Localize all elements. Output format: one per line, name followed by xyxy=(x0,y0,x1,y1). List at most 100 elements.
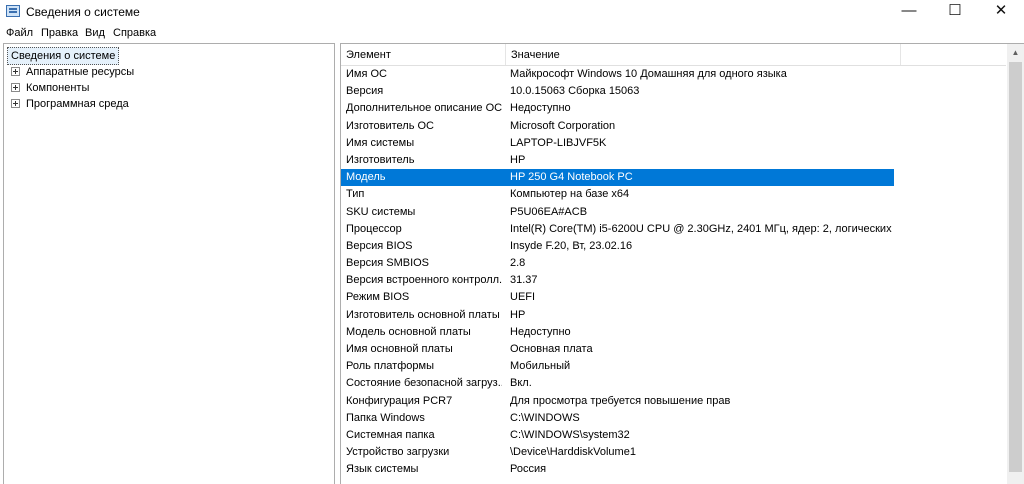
row-item-value: P5U06EA#ACB xyxy=(510,205,588,218)
table-row[interactable]: SKU системы P5U06EA#ACB xyxy=(341,204,1006,221)
table-row[interactable]: Версия встроенного контролл... 31.37 xyxy=(341,272,1006,289)
table-row[interactable]: Модель HP 250 G4 Notebook PC xyxy=(341,169,894,187)
list-rows: Имя ОС Майкрософт Windows 10 Домашняя для… xyxy=(341,66,1006,479)
row-item-value: Компьютер на базе x64 xyxy=(510,188,630,201)
row-item-name: Дополнительное описание ОС xyxy=(346,102,502,115)
row-item-name: Устройство загрузки xyxy=(346,446,450,459)
column-header-value[interactable]: Значение xyxy=(506,44,901,65)
table-row[interactable]: Имя ОС Майкрософт Windows 10 Домашняя для… xyxy=(341,66,1006,83)
table-row[interactable]: Конфигурация PCR7 Для просмотра требуется… xyxy=(341,393,1006,410)
scroll-up-arrow-icon[interactable]: ▲ xyxy=(1007,44,1024,61)
row-item-value: 31.37 xyxy=(510,274,538,287)
table-row[interactable]: Дополнительное описание ОС Недоступно xyxy=(341,100,1006,117)
row-item-name: Модель основной платы xyxy=(346,325,471,338)
table-row[interactable]: Устройство загрузки \Device\HarddiskVolum… xyxy=(341,444,1006,461)
row-item-value: Microsoft Corporation xyxy=(510,119,616,132)
row-item-name: Системная папка xyxy=(346,428,435,441)
tree-item-label: Компоненты xyxy=(26,82,90,94)
table-row[interactable]: Процессор Intel(R) Core(TM) i5-6200U CPU … xyxy=(341,221,1006,238)
title-bar: Сведения о системе — ☐ ✕ xyxy=(0,0,1024,23)
row-item-value: Вкл. xyxy=(510,377,532,390)
row-item-value: HP 250 G4 Notebook PC xyxy=(510,171,633,184)
table-row[interactable]: Тип Компьютер на базе x64 xyxy=(341,186,1006,203)
row-item-name: Язык системы xyxy=(346,463,419,476)
row-item-value: Россия xyxy=(510,463,547,476)
menu-file[interactable]: Файл xyxy=(6,27,33,39)
table-row[interactable]: Имя системы LAPTOP-LIBJVF5K xyxy=(341,135,1006,152)
row-item-name: Изготовитель ОС xyxy=(346,119,434,132)
table-row[interactable]: Язык системы Россия xyxy=(341,461,1006,478)
row-item-name: Тип xyxy=(346,188,365,201)
table-row[interactable]: Изготовитель ОС Microsoft Corporation xyxy=(341,118,1006,135)
table-row[interactable]: Модель основной платы Недоступно xyxy=(341,324,1006,341)
row-item-value: 2.8 xyxy=(510,257,526,270)
row-item-name: Модель xyxy=(346,171,386,184)
tree-item-software-environment[interactable]: Программная среда xyxy=(11,96,129,112)
scroll-thumb[interactable] xyxy=(1009,62,1022,472)
column-header-item[interactable]: Элемент xyxy=(341,44,506,65)
expand-plus-icon[interactable] xyxy=(11,82,20,92)
row-item-value: Основная плата xyxy=(510,343,593,355)
vertical-scrollbar[interactable]: ▲ xyxy=(1007,44,1024,484)
row-item-value: LAPTOP-LIBJVF5K xyxy=(510,136,607,149)
row-item-name: Версия SMBIOS xyxy=(346,257,430,270)
menu-bar: Файл Правка Вид Справка xyxy=(0,23,1024,43)
row-item-value: Мобильный xyxy=(510,360,571,373)
list-header: Элемент Значение xyxy=(341,44,1006,66)
tree-item-components[interactable]: Компоненты xyxy=(11,80,89,96)
row-item-value: C:\WINDOWS\system32 xyxy=(510,428,630,441)
minimize-button[interactable]: — xyxy=(886,0,932,23)
row-item-name: Имя системы xyxy=(346,136,415,149)
table-row[interactable]: Системная папка C:\WINDOWS\system32 xyxy=(341,427,1006,444)
row-item-name: SKU системы xyxy=(346,205,416,218)
row-item-name: Версия встроенного контролл... xyxy=(346,274,502,287)
row-item-value: UEFI xyxy=(510,291,536,304)
tree-item-hardware-resources[interactable]: Аппаратные ресурсы xyxy=(11,64,134,80)
row-item-name: Режим BIOS xyxy=(346,291,410,304)
row-item-name: Версия xyxy=(346,85,384,98)
table-row[interactable]: Изготовитель HP xyxy=(341,152,1006,169)
table-row[interactable]: Режим BIOS UEFI xyxy=(341,289,1006,306)
row-item-value: Майкрософт Windows 10 Домашняя для одног… xyxy=(510,68,787,80)
row-item-value: Недоступно xyxy=(510,325,571,338)
row-item-name: Изготовитель xyxy=(346,153,415,166)
table-row[interactable]: Состояние безопасной загруз... Вкл. xyxy=(341,375,1006,392)
close-button[interactable]: ✕ xyxy=(978,0,1024,23)
table-row[interactable]: Версия SMBIOS 2.8 xyxy=(341,255,1006,272)
row-item-name: Процессор xyxy=(346,222,402,235)
table-row[interactable]: Изготовитель основной платы HP xyxy=(341,307,1006,324)
menu-help[interactable]: Справка xyxy=(113,27,156,39)
expand-plus-icon[interactable] xyxy=(11,66,20,76)
row-item-value: C:\WINDOWS xyxy=(510,411,580,424)
expand-plus-icon[interactable] xyxy=(11,98,20,108)
tree-item-label: Аппаратные ресурсы xyxy=(26,66,135,78)
row-item-name: Папка Windows xyxy=(346,411,425,424)
table-row[interactable]: Роль платформы Мобильный xyxy=(341,358,1006,375)
row-item-value: HP xyxy=(510,308,526,321)
table-row[interactable]: Имя основной платы Основная плата xyxy=(341,341,1006,358)
window-title: Сведения о системе xyxy=(26,5,140,19)
system-info-icon xyxy=(6,5,20,17)
row-item-value: 10.0.15063 Сборка 15063 xyxy=(510,85,640,98)
tree-item-system-summary[interactable]: Сведения о системе xyxy=(7,47,120,65)
table-row[interactable]: Версия BIOS Insyde F.20, Вт, 23.02.16 xyxy=(341,238,1006,255)
row-item-value: Недоступно xyxy=(510,102,571,115)
maximize-button[interactable]: ☐ xyxy=(932,0,978,23)
table-row[interactable]: Версия 10.0.15063 Сборка 15063 xyxy=(341,83,1006,100)
details-list[interactable]: Элемент Значение Имя ОС Майкрософт Window… xyxy=(340,43,1024,484)
row-item-value: Intel(R) Core(TM) i5-6200U CPU @ 2.30GHz… xyxy=(510,222,894,235)
menu-edit[interactable]: Правка xyxy=(41,27,78,39)
table-row[interactable]: Папка Windows C:\WINDOWS xyxy=(341,410,1006,427)
row-item-name: Изготовитель основной платы xyxy=(346,308,500,321)
row-item-name: Состояние безопасной загруз... xyxy=(346,377,502,390)
row-item-value: HP xyxy=(510,153,526,166)
row-item-name: Имя основной платы xyxy=(346,343,453,355)
row-item-value: Insyde F.20, Вт, 23.02.16 xyxy=(510,239,633,252)
row-item-name: Конфигурация PCR7 xyxy=(346,394,453,407)
menu-view[interactable]: Вид xyxy=(85,27,105,39)
category-tree[interactable]: Сведения о системе Аппаратные ресурсы Ко… xyxy=(3,43,335,484)
row-item-name: Имя ОС xyxy=(346,68,387,80)
tree-item-label: Программная среда xyxy=(26,98,129,110)
row-item-name: Версия BIOS xyxy=(346,239,413,252)
row-item-name: Роль платформы xyxy=(346,360,434,373)
